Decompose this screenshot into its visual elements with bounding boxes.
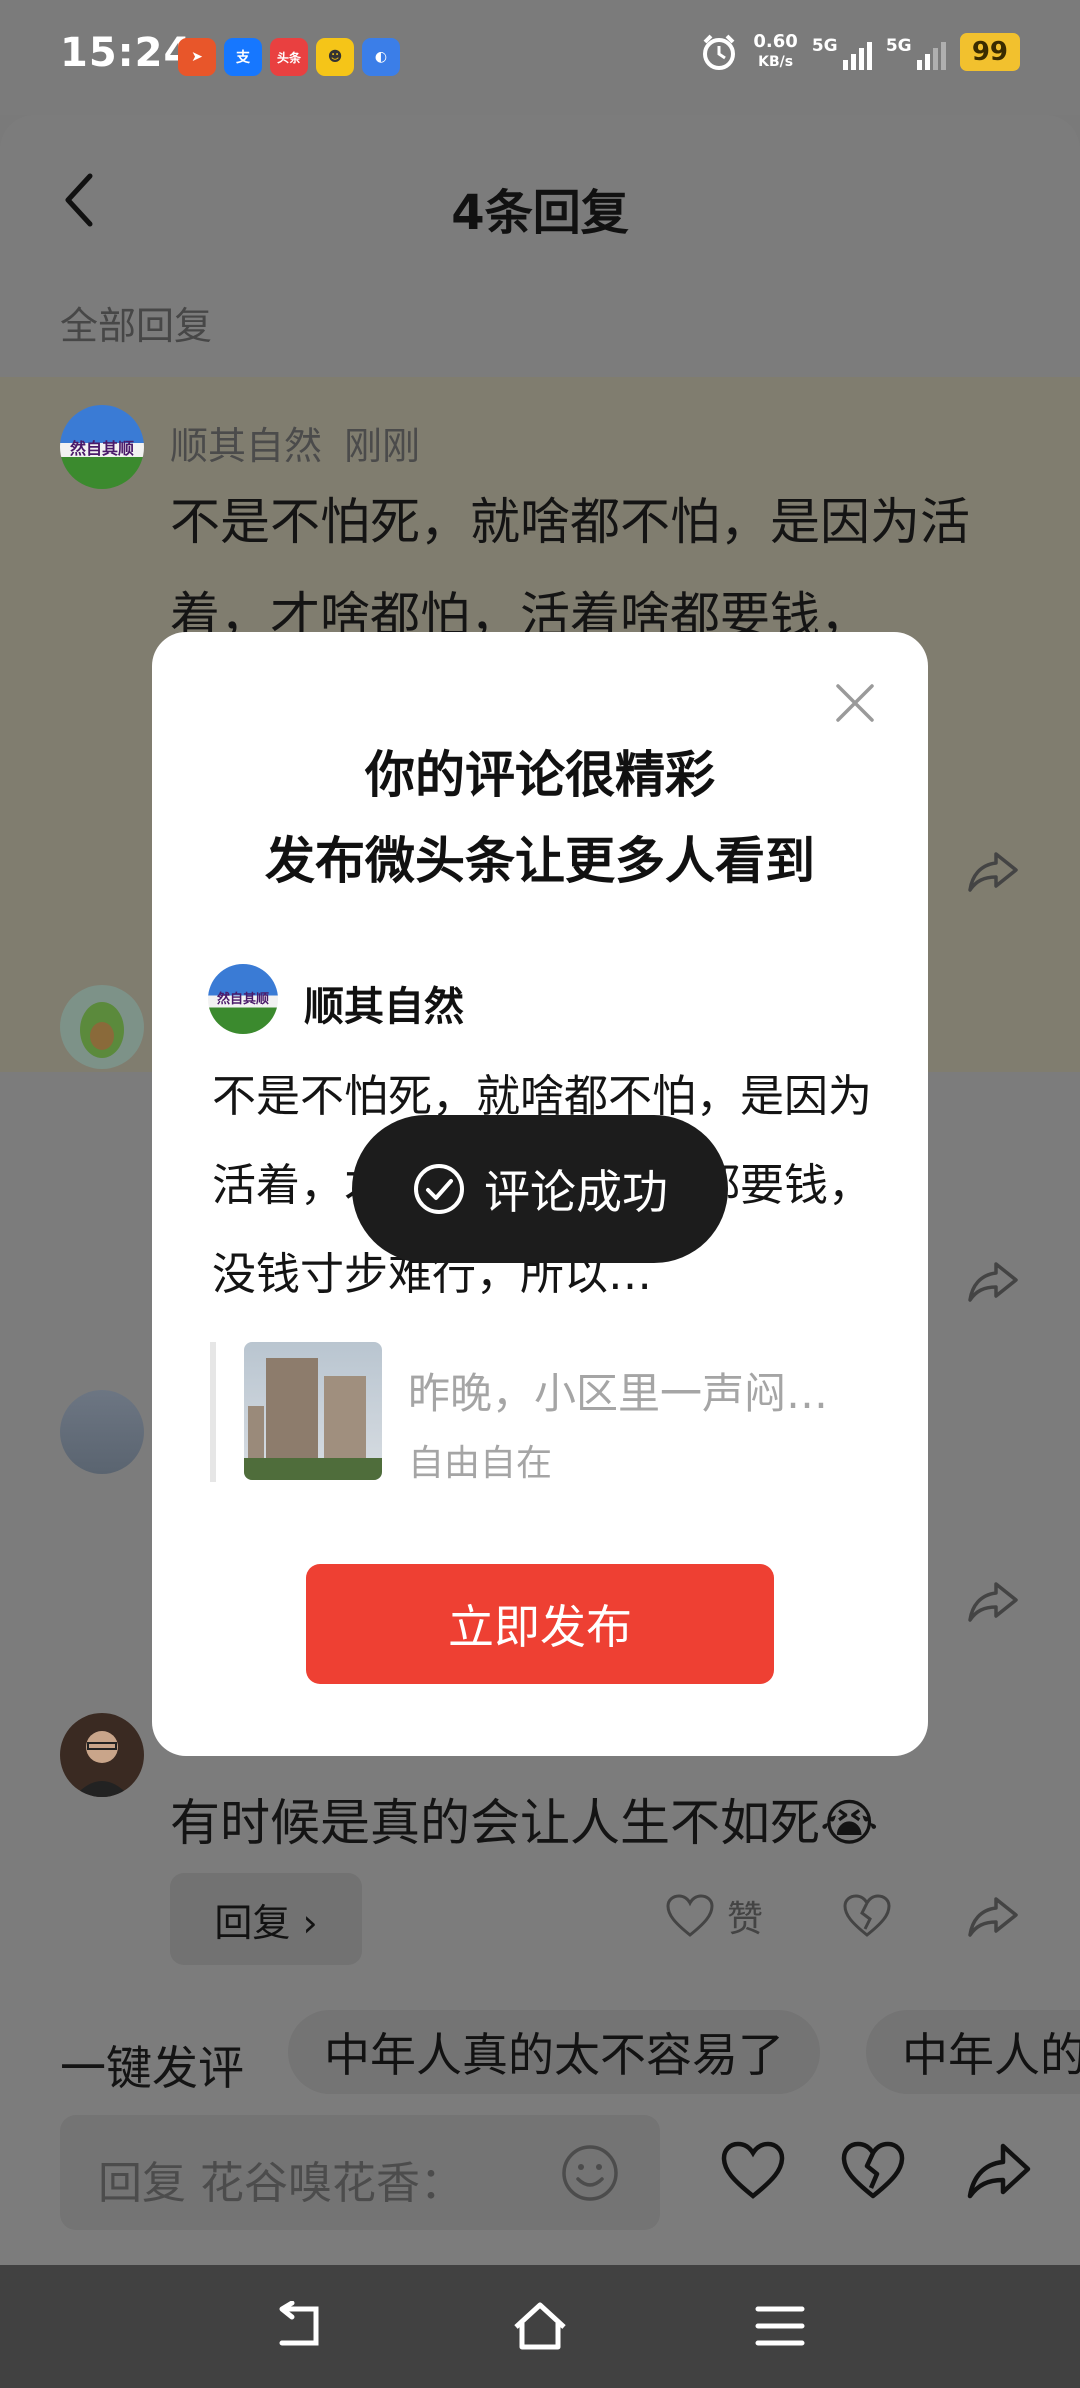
close-icon[interactable] [834,682,876,724]
dialog-author-name: 顺其自然 [304,984,464,1030]
heart-icon[interactable] [720,2140,786,2202]
dialog-title-line1: 你的评论很精彩 [365,746,715,804]
toutiao-icon: 头条 [270,38,308,76]
status-right: 0.60 KB/s 5G 5G 99 [699,32,1020,72]
share-icon[interactable] [966,1258,1020,1304]
signal-icon: 5G [886,32,946,72]
section-label: 全部回复 [60,304,213,348]
signal-label: 5G [811,36,838,56]
menu-nav-icon[interactable] [752,2301,808,2351]
page-title: 4条回复 [451,185,629,241]
article-title: 昨晚，小区里一声闷… [408,1369,829,1418]
avatar-text: 然自其顺 [216,992,269,1007]
quoted-article: 昨晚，小区里一声闷… 自由自在 [210,1342,870,1484]
status-app-icons: ➤ 支 头条 ☻ ◐ [178,38,400,76]
avatar[interactable] [60,985,144,1069]
success-toast: 评论成功 [352,1115,728,1263]
broken-heart-icon[interactable] [840,2140,906,2202]
page-header: 4条回复 [0,115,1080,285]
dialog-title-line2: 发布微头条让更多人看到 [265,832,815,890]
status-time: 15:24 [60,30,193,76]
quick-comment-label: 一键发评 [60,2041,244,2095]
signal-label: 5G [885,36,912,56]
avatar[interactable] [60,1390,144,1474]
net-speed-value: 0.60 [753,31,798,52]
check-circle-icon [414,1164,464,1214]
alipay-icon: 支 [224,38,262,76]
app-icon: ☻ [316,38,354,76]
home-nav-icon[interactable] [512,2301,568,2351]
alarm-icon [703,34,736,70]
publish-button[interactable]: 立即发布 [306,1564,774,1684]
comment-text: 有时候是真的会让人生不如死😭 [170,1794,879,1852]
like-label: 赞 [727,1899,764,1940]
avatar[interactable] [60,1713,144,1797]
author-name[interactable]: 顺其自然 [170,424,322,468]
avocado-icon [80,1002,124,1058]
app-icon: ➤ [178,38,216,76]
toast-text: 评论成功 [484,1165,668,1219]
battery-indicator: 99 [959,33,1020,71]
quick-comment-chip[interactable]: 中年人真的太不容易了 [288,2010,820,2094]
avatar[interactable]: 然自其顺 [60,405,144,489]
avatar: 然自其顺 [208,964,278,1034]
reply-input[interactable]: 回复 花谷嗅花香： [60,2115,660,2230]
back-nav-icon[interactable] [272,2301,328,2351]
article-thumbnail [244,1342,382,1480]
comment-author: 顺其自然 刚刚 [170,415,420,470]
quick-comment-chip[interactable]: 中年人的 [866,2010,1080,2094]
quick-comment-row: 一键发评 中年人真的太不容易了 中年人的 [0,2010,1080,2110]
share-icon[interactable] [966,1893,1020,1939]
share-icon[interactable] [966,848,1020,894]
app-icon: ◐ [362,38,400,76]
system-nav-bar [0,2265,1080,2388]
net-speed-unit: KB/s [758,54,794,70]
net-speed: 0.60 KB/s [753,32,797,72]
bottom-action-bar: 回复 花谷嗅花香： [0,2115,1080,2255]
article-author: 自由自在 [408,1443,553,1484]
heart-icon [666,1894,714,1937]
signal-icon: 5G [812,32,872,72]
like-button[interactable]: 赞 [665,1890,763,1942]
person-icon [74,1731,130,1797]
dialog-title: 你的评论很精彩 发布微头条让更多人看到 [152,732,928,904]
reply-input-placeholder: 回复 花谷嗅花香： [98,2158,464,2209]
reply-button[interactable]: 回复 › [170,1873,362,1965]
emoji-icon[interactable] [560,2143,620,2203]
status-bar: 15:24 ➤ 支 头条 ☻ ◐ 0.60 KB/s 5G 5G 99 [0,0,1080,115]
broken-heart-icon[interactable] [842,1893,892,1939]
comment-time: 刚刚 [344,424,421,468]
share-icon[interactable] [966,2140,1032,2202]
share-icon[interactable] [966,1578,1020,1624]
avatar-text: 然自其顺 [69,439,134,458]
